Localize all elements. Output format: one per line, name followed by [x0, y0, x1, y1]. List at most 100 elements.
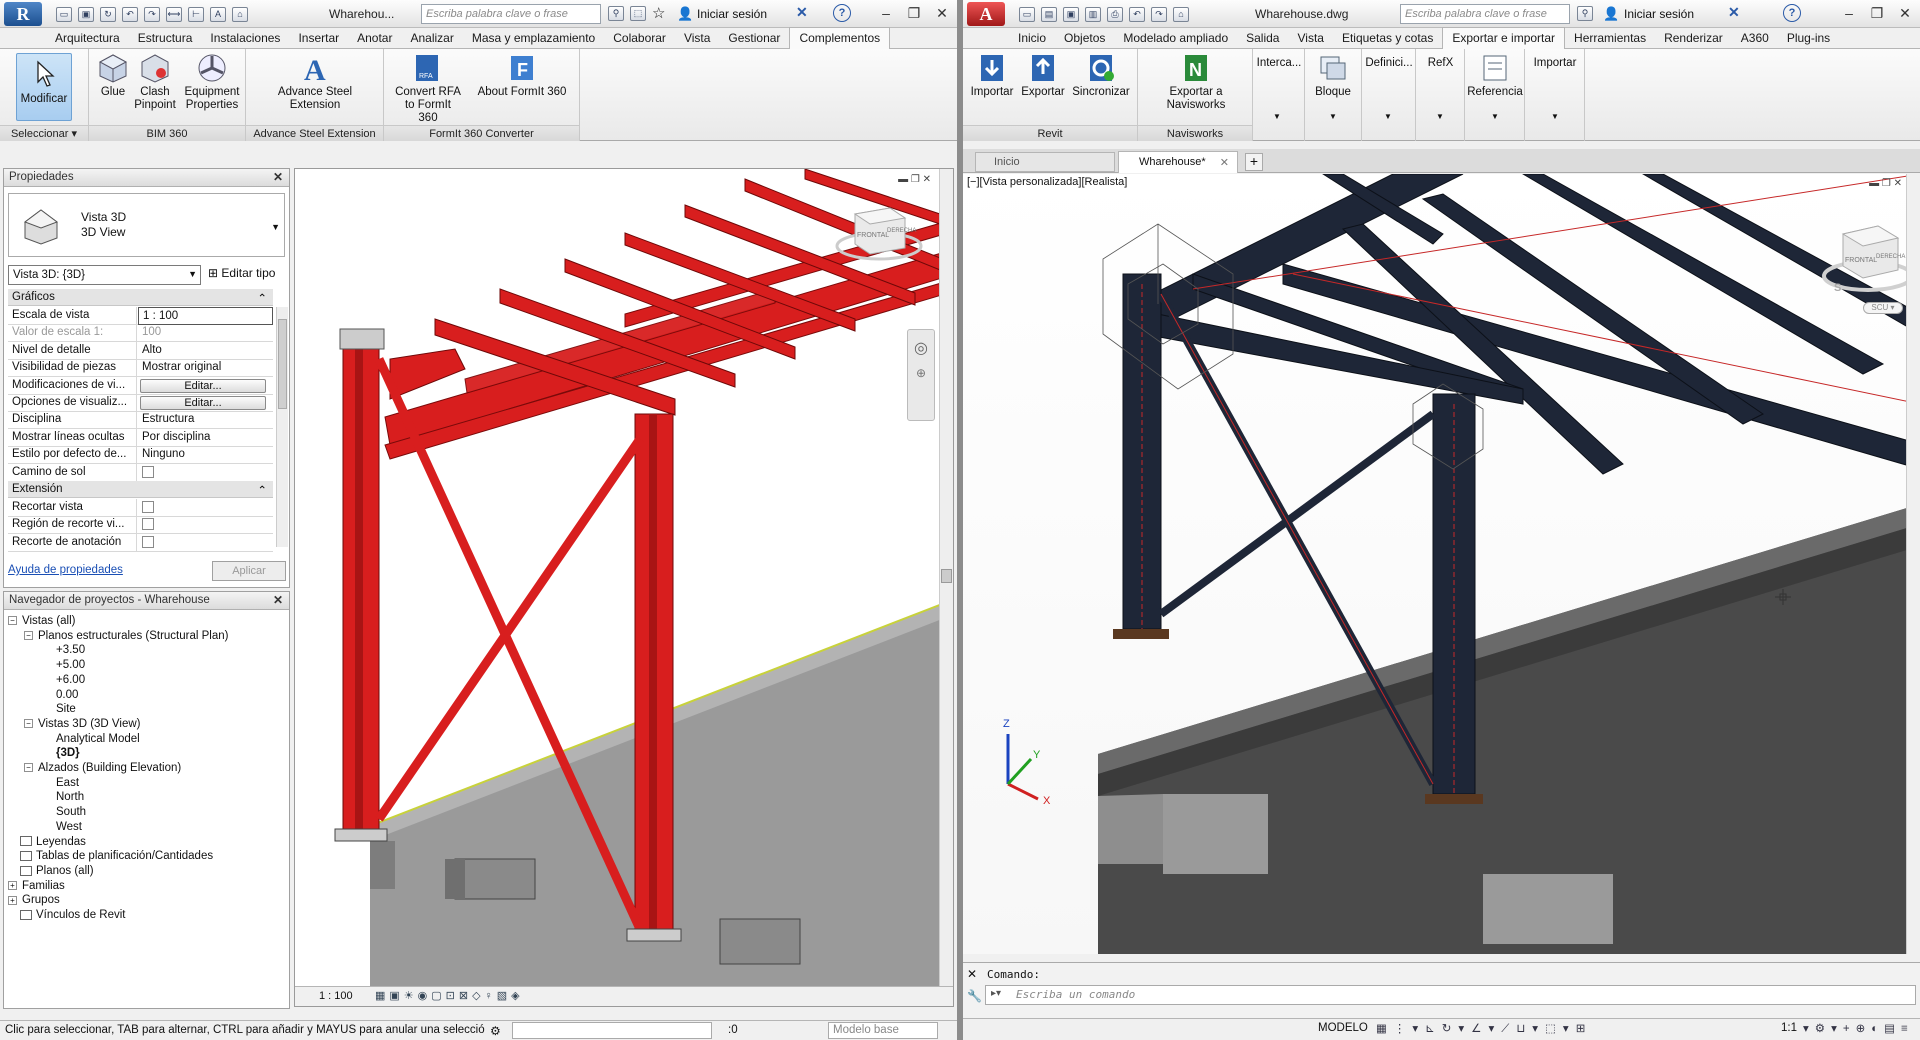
zoom-icon[interactable]: ⊕	[908, 366, 934, 380]
collapse-icon[interactable]: −	[24, 631, 33, 641]
about-formit-button[interactable]: F About FormIt 360	[468, 53, 576, 99]
tab-estructura[interactable]: Estructura	[129, 28, 202, 48]
command-settings-icon[interactable]: 🔧	[967, 989, 982, 1003]
property-value[interactable]: Estructura	[138, 411, 273, 429]
property-value[interactable]	[138, 516, 273, 534]
equipment-properties-button[interactable]: Equipment Properties	[181, 53, 243, 112]
saveas-icon[interactable]: ▥	[1085, 6, 1101, 22]
tab-herramientas[interactable]: Herramientas	[1565, 28, 1655, 48]
tag-icon[interactable]: A	[210, 6, 226, 22]
design-option-dropdown[interactable]: Modelo base	[828, 1022, 938, 1039]
view-instance-selector[interactable]: Vista 3D: {3D} ▼	[8, 265, 201, 285]
export-navisworks-button[interactable]: N Exportar a Navisworks	[1140, 53, 1252, 112]
doc-tab-wharehouse[interactable]: Wharehouse* ✕	[1118, 151, 1238, 173]
group-extent[interactable]: Extensión ⌃	[8, 481, 273, 498]
property-row[interactable]: Opciones de visualiz... Editar...	[8, 394, 273, 412]
minimize-icon[interactable]: –	[873, 2, 899, 24]
status-tray-icons[interactable]: ▾⚙▾+⊕◐▤≡	[1803, 1021, 1914, 1035]
property-row[interactable]: Mostrar líneas ocultas Por disciplina	[8, 428, 273, 447]
revit-login-link[interactable]: Iniciar sesión	[697, 7, 767, 21]
properties-close-icon[interactable]: ✕	[273, 170, 283, 184]
property-row[interactable]: Nivel de detalle Alto	[8, 341, 273, 360]
sync-revit-button[interactable]: Sincronizar	[1069, 53, 1133, 99]
tab-renderizar[interactable]: Renderizar	[1655, 28, 1732, 48]
open-icon[interactable]: ▭	[56, 6, 72, 22]
redo-icon[interactable]: ↷	[144, 6, 160, 22]
model-space-button[interactable]: MODELO	[1318, 1022, 1368, 1034]
tab-analizar[interactable]: Analizar	[401, 28, 462, 48]
revit-3d-viewport[interactable]: FRONTAL DERECHA ▬ ❐ ✕ ◎ ⊕ 1 : 100 ▦▣☀◉▢⊡…	[294, 168, 954, 1007]
plot-icon[interactable]: ⎙	[1107, 6, 1123, 22]
convert-rfa-button[interactable]: RFA Convert RFA to FormIt 360	[394, 53, 462, 125]
collapse-icon[interactable]: −	[8, 616, 17, 626]
tab-a360[interactable]: A360	[1732, 28, 1778, 48]
command-close-icon[interactable]: ✕	[967, 967, 977, 981]
property-value[interactable]: 1 : 100	[138, 307, 273, 325]
measure-icon[interactable]: ⟷	[166, 6, 182, 22]
property-value[interactable]: Por disciplina	[138, 429, 273, 447]
dimension-icon[interactable]: ⊢	[188, 6, 204, 22]
worksets-icon[interactable]: ⚙	[490, 1024, 501, 1038]
navigation-bar[interactable]: ◎ ⊕	[907, 329, 935, 421]
acad-login-link[interactable]: Iniciar sesión	[1624, 7, 1694, 21]
expand-icon[interactable]: +	[8, 895, 17, 905]
binoculars-icon[interactable]: ⚲	[608, 6, 624, 21]
collapse-icon[interactable]: −	[24, 719, 33, 729]
revit-viewport-scrollbar[interactable]	[939, 169, 953, 988]
tab-instalaciones[interactable]: Instalaciones	[201, 28, 289, 48]
extent-checkbox[interactable]	[142, 535, 154, 548]
extent-row[interactable]: Recortar vista	[8, 499, 273, 517]
restore-icon[interactable]: ❐	[1864, 2, 1890, 24]
property-value[interactable]: 100	[138, 324, 273, 342]
open-folder-icon[interactable]: ▤	[1041, 6, 1057, 22]
tab-complementos[interactable]: Complementos	[789, 27, 891, 49]
modify-button[interactable]: Modificar	[16, 53, 72, 121]
type-dropdown-icon[interactable]: ▼	[271, 222, 280, 232]
acad-nav-bar[interactable]	[1906, 174, 1920, 954]
definition-button[interactable]: Definici...	[1364, 57, 1414, 70]
refx-button[interactable]: RefX	[1418, 57, 1463, 70]
block-button[interactable]: Bloque	[1309, 53, 1357, 99]
command-input[interactable]: Escriba un comando	[985, 985, 1916, 1005]
acad-3d-viewport[interactable]: Z Y X [−][Vista personalizada][Realista]…	[963, 174, 1920, 954]
tab-insertar[interactable]: Insertar	[289, 28, 348, 48]
help-icon[interactable]: ?	[833, 4, 851, 22]
tab-objetos[interactable]: Objetos	[1055, 28, 1114, 48]
apply-button[interactable]: Aplicar	[212, 561, 286, 581]
exchange-icon[interactable]: ✕	[796, 4, 808, 21]
acad-viewcube[interactable]: FRONTAL DERECHA S SCU ▾	[1818, 214, 1914, 314]
extent-checkbox[interactable]	[142, 518, 154, 531]
select-caption[interactable]: Seleccionar ▾	[0, 125, 88, 141]
tab-gestionar[interactable]: Gestionar	[719, 28, 789, 48]
edit-type-button[interactable]: ⊞ Editar tipo	[208, 266, 275, 280]
property-row[interactable]: Escala de vista 1 : 100	[8, 307, 273, 325]
annotation-scale[interactable]: 1:1	[1781, 1022, 1797, 1034]
minimize-icon[interactable]: –	[1836, 2, 1862, 24]
revit-viewport-controls[interactable]: ▬ ❐ ✕	[898, 174, 931, 185]
import-button[interactable]: Importar	[1527, 57, 1583, 70]
save-icon[interactable]: ▣	[1063, 6, 1079, 22]
property-value[interactable]	[138, 499, 273, 517]
properties-help-link[interactable]: Ayuda de propiedades	[8, 564, 123, 576]
tab-plug-ins[interactable]: Plug-ins	[1778, 28, 1839, 48]
property-row[interactable]: Estilo por defecto de... Ninguno	[8, 446, 273, 465]
revit-viewcube[interactable]: FRONTAL DERECHA	[835, 204, 923, 264]
interchange-button[interactable]: Interca...	[1255, 57, 1303, 70]
revit-app-button[interactable]: R	[4, 2, 42, 26]
property-value[interactable]: Alto	[138, 342, 273, 360]
undo-icon[interactable]: ↶	[1129, 6, 1145, 22]
favorites-star-icon[interactable]: ☆	[652, 4, 665, 22]
view-scale-label[interactable]: 1 : 100	[319, 990, 353, 1002]
property-value[interactable]: Editar...	[138, 394, 273, 412]
property-row[interactable]: Valor de escala 1: 100	[8, 324, 273, 343]
undo-icon[interactable]: ↶	[122, 6, 138, 22]
workspace-icon[interactable]: ⌂	[1173, 6, 1189, 22]
exchange-icon[interactable]: ✕	[1728, 4, 1740, 21]
worksets-dropdown[interactable]	[512, 1022, 712, 1039]
close-icon[interactable]: ✕	[1892, 2, 1918, 24]
property-row[interactable]: Disciplina Estructura	[8, 411, 273, 430]
subscription-icon[interactable]: ⬚	[630, 6, 646, 21]
steering-wheel-icon[interactable]: ◎	[908, 338, 934, 358]
clash-pinpoint-button[interactable]: Clash Pinpoint	[132, 53, 178, 112]
property-value[interactable]: Mostrar original	[138, 359, 273, 377]
